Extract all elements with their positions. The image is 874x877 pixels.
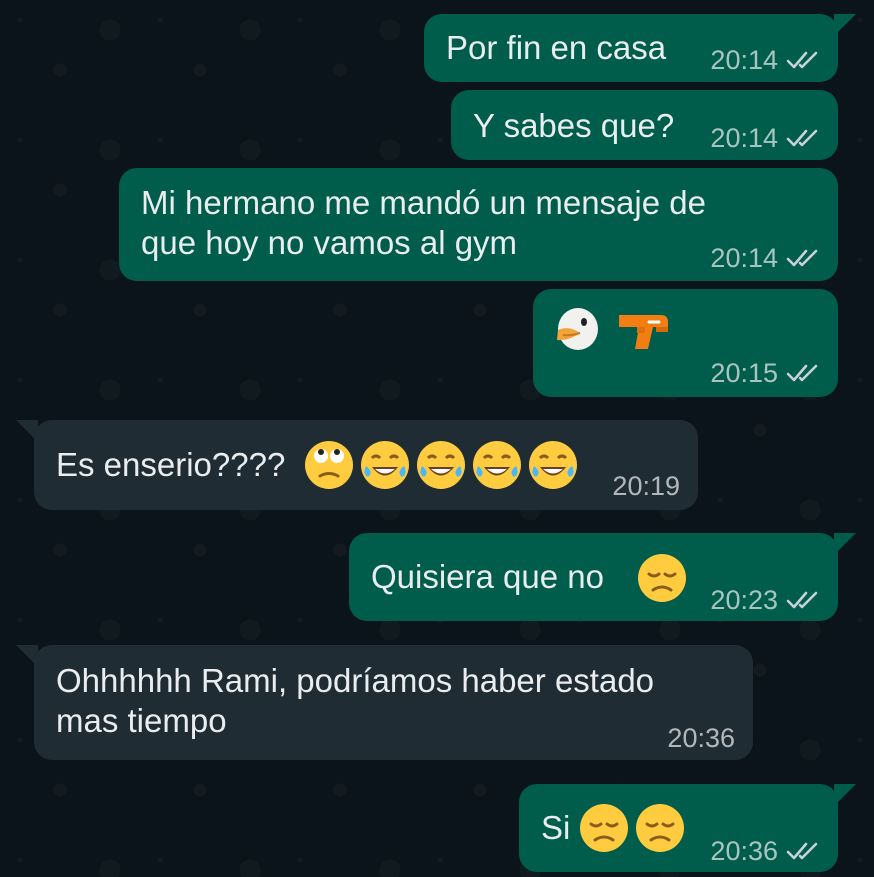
message-time: 20:14 bbox=[710, 123, 778, 153]
tears-of-joy-emoji bbox=[473, 441, 521, 489]
double-check-icon bbox=[786, 249, 818, 267]
message-time: 20:15 bbox=[710, 358, 778, 388]
message-bubble-outgoing[interactable]: Y sabes que? 20:14 bbox=[451, 90, 838, 160]
message-time: 20:36 bbox=[667, 723, 735, 753]
message-meta: 20:36 bbox=[710, 837, 820, 865]
face-with-rolling-eyes-emoji bbox=[305, 441, 353, 489]
message-text: Por fin en casa bbox=[446, 29, 667, 66]
double-check-icon bbox=[786, 842, 818, 860]
message-bubble-outgoing[interactable]: Mi hermano me mandó un mensaje de que ho… bbox=[119, 168, 838, 281]
disappointed-face-emoji bbox=[636, 804, 684, 852]
tears-of-joy-emoji bbox=[417, 441, 465, 489]
emoji-row bbox=[577, 801, 687, 855]
emoji-row bbox=[635, 551, 689, 605]
chat-thread: Por fin en casa 20:14 Y sabes que? 20:14… bbox=[0, 0, 874, 877]
disappointed-face-emoji bbox=[580, 804, 628, 852]
message-bubble-outgoing[interactable]: 20:15 bbox=[533, 289, 838, 397]
message-bubble-incoming[interactable]: Ohhhhhh Rami, podríamos haber estado mas… bbox=[16, 645, 753, 760]
message-bubble-outgoing[interactable]: Por fin en casa 20:14 bbox=[424, 14, 856, 82]
tears-of-joy-emoji bbox=[529, 441, 577, 489]
message-time: 20:19 bbox=[612, 471, 680, 501]
message-meta: 20:23 bbox=[710, 586, 820, 614]
goose-emoji bbox=[557, 308, 598, 350]
message-meta: 20:36 bbox=[667, 724, 735, 752]
message-text: Es enserio???? bbox=[56, 446, 286, 483]
message-meta: 20:19 bbox=[612, 472, 680, 500]
double-check-icon bbox=[786, 591, 818, 609]
message-time: 20:14 bbox=[710, 45, 778, 75]
message-meta: 20:15 bbox=[710, 359, 820, 387]
message-text: Mi hermano me mandó un mensaje de que ho… bbox=[141, 184, 706, 261]
message-meta: 20:14 bbox=[710, 124, 820, 152]
disappointed-face-emoji bbox=[638, 554, 686, 602]
double-check-icon bbox=[786, 51, 818, 69]
message-meta: 20:14 bbox=[710, 46, 820, 74]
message-time: 20:36 bbox=[710, 836, 778, 866]
tears-of-joy-emoji bbox=[361, 441, 409, 489]
message-time: 20:14 bbox=[710, 243, 778, 273]
message-text: Ohhhhhh Rami, podríamos haber estado mas… bbox=[56, 662, 655, 739]
emoji-row bbox=[553, 305, 673, 355]
message-bubble-outgoing[interactable]: Quisiera que no 20:23 bbox=[349, 533, 856, 621]
double-check-icon bbox=[786, 364, 818, 382]
message-text: Si bbox=[541, 809, 571, 846]
message-bubble-outgoing[interactable]: Si 20:36 bbox=[519, 784, 856, 872]
double-check-icon bbox=[786, 129, 818, 147]
message-time: 20:23 bbox=[710, 585, 778, 615]
message-bubble-incoming[interactable]: Es enserio???? 20:19 bbox=[16, 420, 698, 510]
message-text: Y sabes que? bbox=[473, 107, 675, 144]
message-text: Quisiera que no bbox=[371, 558, 604, 595]
message-meta: 20:14 bbox=[710, 244, 820, 272]
emoji-row bbox=[302, 438, 580, 492]
water-pistol-emoji bbox=[619, 315, 668, 349]
